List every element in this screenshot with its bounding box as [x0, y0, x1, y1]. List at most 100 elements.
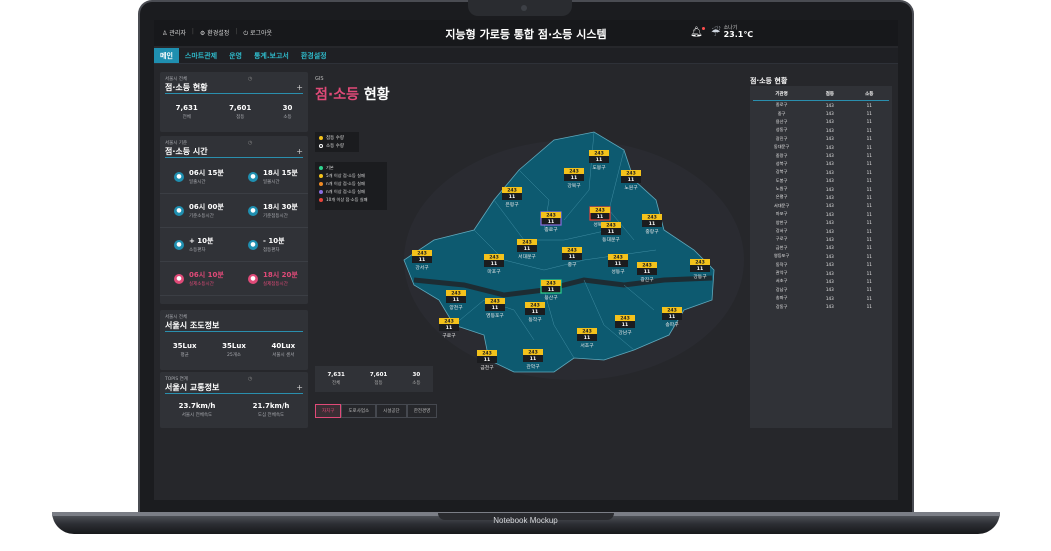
table-row[interactable]: 동작구 143 11: [753, 260, 889, 268]
table-cell: 11: [866, 127, 872, 133]
bell-icon[interactable]: 🔔︎: [690, 27, 705, 38]
district-badge[interactable]: 24311동대문구: [601, 222, 621, 243]
table-row[interactable]: 도봉구 143 11: [753, 177, 889, 185]
gis-stat-on: 7,601 점등: [369, 372, 388, 386]
time-label: 기준점등시간: [263, 214, 288, 219]
onoff-status-panel: 서울시 전체 점·소등 현황 ◷ + 7,631 전체 7,601 점등 30 소등: [160, 72, 308, 132]
table-row[interactable]: 마포구 143 11: [753, 210, 889, 218]
table-cell: 143: [825, 186, 834, 192]
table-row[interactable]: 강북구 143 11: [753, 168, 889, 176]
main-tabs: 메인 스마트관제 운영 통계.보고서 환경설정: [154, 48, 898, 64]
badge-on-count: 243: [530, 303, 540, 309]
table-row[interactable]: 양천구 143 11: [753, 218, 889, 226]
table-row[interactable]: 관악구 143 11: [753, 269, 889, 277]
table-row[interactable]: 영등포구 143 11: [753, 252, 889, 260]
expand-plus-icon[interactable]: +: [296, 383, 303, 392]
tab-statistics[interactable]: 통계.보고서: [248, 48, 295, 63]
white-dot-icon: [319, 144, 323, 148]
badge-off-count: 11: [419, 257, 425, 263]
table-cell: 서대문구: [773, 202, 790, 208]
badge-on-count: 243: [594, 151, 604, 157]
filter-road-office[interactable]: 도로사업소: [341, 404, 377, 418]
time-label: 실제점등시간: [263, 282, 288, 287]
lamp-on-icon: ●: [248, 273, 258, 284]
time-cell: ● + 10분 소등편차: [160, 236, 234, 253]
district-name: 용산구: [544, 294, 558, 301]
badge-off-count: 11: [584, 335, 590, 341]
time-row: ● 06시 15분 일출시간 ● 18시 15분 일몰시간: [160, 160, 308, 194]
district-name: 강북구: [567, 182, 581, 189]
expand-plus-icon[interactable]: +: [296, 83, 303, 92]
table-cell: 11: [866, 270, 872, 276]
table-cell: 종로구: [775, 102, 788, 108]
table-row[interactable]: 광진구 143 11: [753, 135, 889, 143]
time-label: 기준소등시간: [189, 214, 214, 219]
table-row[interactable]: 노원구 143 11: [753, 185, 889, 193]
table-cell: 11: [866, 262, 872, 268]
district-badge[interactable]: 24311금천구: [477, 350, 497, 371]
badge-off-count: 11: [530, 356, 536, 362]
badge-off-count: 11: [569, 254, 575, 260]
table-row[interactable]: 강남구 143 11: [753, 286, 889, 294]
table-row[interactable]: 종로구 143 11: [753, 101, 889, 109]
tab-main[interactable]: 메인: [154, 48, 179, 63]
tab-smart-control[interactable]: 스마트관제: [179, 48, 223, 63]
table-cell: 11: [866, 153, 872, 159]
table-row[interactable]: 은평구 143 11: [753, 193, 889, 201]
table-cell: 강동구: [775, 303, 788, 309]
table-cell: 11: [866, 304, 872, 310]
expand-plus-icon[interactable]: +: [296, 147, 303, 156]
table-cell: 성동구: [775, 127, 788, 133]
badge-off-count: 11: [628, 177, 634, 183]
table-row[interactable]: 용산구 143 11: [753, 118, 889, 126]
table-row[interactable]: 중랑구 143 11: [753, 151, 889, 159]
filter-kepco[interactable]: 한전경영: [406, 404, 438, 418]
panel-divider: [165, 393, 303, 394]
clock-icon: ◷: [248, 376, 253, 382]
table-row[interactable]: 송파구 143 11: [753, 294, 889, 302]
time-grid: ● 06시 15분 일출시간 ● 18시 15분 일몰시간 ● 06시 00분 기준소등시간 ● 1…: [160, 160, 308, 296]
badge-on-count: 243: [482, 351, 492, 357]
table-cell: 143: [825, 287, 834, 293]
table-row[interactable]: 성동구 143 11: [753, 126, 889, 134]
table-cell: 143: [825, 119, 834, 125]
map-filter-group: 자치구 도로사업소 시설공단 한전경영: [315, 404, 438, 418]
table-cell: 11: [866, 161, 872, 167]
district-badge[interactable]: 24311영등포구: [485, 298, 505, 319]
table-header: 기관명 점등 소등: [753, 86, 889, 101]
district-name: 금천구: [480, 364, 494, 371]
badge-off-count: 11: [644, 269, 650, 275]
district-badge[interactable]: 24311서대문구: [517, 239, 537, 260]
camera-icon: [521, 5, 527, 11]
table-row[interactable]: 성북구 143 11: [753, 160, 889, 168]
clock-icon: ◷: [248, 140, 253, 146]
filter-facility-corp[interactable]: 시설공단: [376, 404, 407, 418]
weather-widget: ☔︎ 소나기 23.1℃: [710, 26, 753, 40]
rain-cloud-icon: ☔︎: [710, 26, 721, 39]
table-row[interactable]: 구로구 143 11: [753, 235, 889, 243]
table-row[interactable]: 서대문구 143 11: [753, 202, 889, 210]
district-name: 양천구: [449, 304, 463, 311]
time-row: ● 06시 00분 기준소등시간 ● 18시 30분 기준점등시간: [160, 194, 308, 228]
plus-icon: ●: [174, 239, 184, 250]
district-name: 강동구: [693, 273, 707, 280]
time-value: 18시 15분: [263, 169, 298, 177]
table-cell: 143: [825, 169, 834, 175]
status-legend: 기본 5개 이상 점·소등 실패 n개 이상 점·소등 실패 n개 이상 점·소…: [315, 162, 387, 210]
table-row[interactable]: 강동구 143 11: [753, 302, 889, 310]
table-row[interactable]: 중구 143 11: [753, 109, 889, 117]
traffic-downtown-speed: 21.7km/h 도심 전체속도: [252, 402, 290, 418]
table-row[interactable]: 금천구 143 11: [753, 244, 889, 252]
sunset-icon: ●: [248, 171, 258, 182]
table-cell: 143: [825, 304, 834, 310]
table-row[interactable]: 강서구 143 11: [753, 227, 889, 235]
tab-operation[interactable]: 운영: [223, 48, 248, 63]
tab-settings[interactable]: 환경설정: [295, 48, 333, 63]
table-cell: 11: [866, 178, 872, 184]
badge-on-count: 243: [451, 291, 461, 297]
table-row[interactable]: 서초구 143 11: [753, 277, 889, 285]
filter-district[interactable]: 자치구: [315, 404, 342, 418]
badge-off-count: 11: [649, 221, 655, 227]
table-row[interactable]: 동대문구 143 11: [753, 143, 889, 151]
table-cell: 143: [825, 102, 834, 108]
